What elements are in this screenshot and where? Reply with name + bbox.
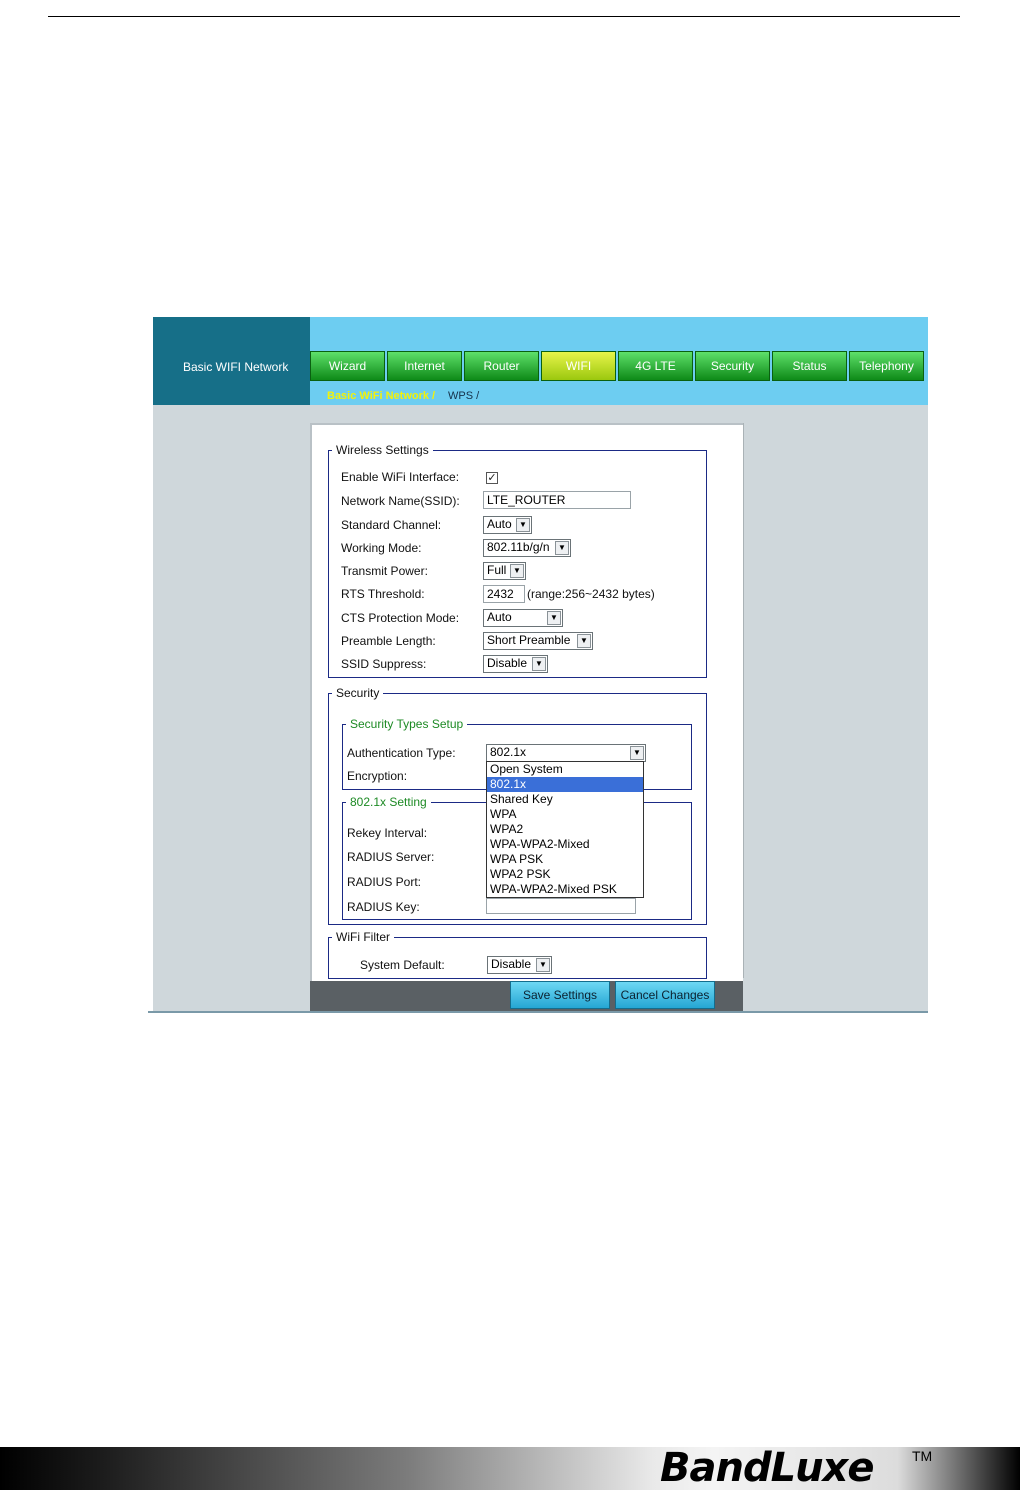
mode-value: 802.11b/g/n — [487, 540, 550, 554]
rts-hint: (range:256~2432 bytes) — [527, 587, 655, 601]
auth-option[interactable]: WPA-WPA2-Mixed PSK — [487, 882, 643, 897]
enable-wifi-checkbox[interactable]: ✓ — [486, 472, 498, 484]
header-title-block: Basic WIFI Network — [153, 317, 310, 405]
ssid-label: Network Name(SSID): — [341, 494, 460, 508]
auth-option[interactable]: Shared Key — [487, 792, 643, 807]
channel-label: Standard Channel: — [341, 518, 442, 532]
main-tabs: Wizard Internet Router WIFI 4G LTE Secur… — [310, 351, 928, 383]
dot1x-setting-legend: 802.1x Setting — [346, 795, 431, 810]
auth-option[interactable]: WPA2 PSK — [487, 867, 643, 882]
power-label: Transmit Power: — [341, 564, 428, 578]
tab-internet[interactable]: Internet — [387, 351, 462, 381]
chevron-down-icon: ▼ — [536, 958, 550, 972]
tab-wizard[interactable]: Wizard — [310, 351, 385, 381]
chevron-down-icon: ▼ — [630, 746, 644, 760]
tab-status[interactable]: Status — [772, 351, 847, 381]
mode-label: Working Mode: — [341, 541, 422, 555]
auth-option[interactable]: WPA — [487, 807, 643, 822]
system-default-value: Disable — [491, 957, 532, 971]
wireless-settings-legend: Wireless Settings — [332, 443, 433, 458]
mode-select[interactable]: 802.11b/g/n ▼ — [483, 539, 571, 557]
auth-type-label: Authentication Type: — [347, 746, 456, 760]
auth-option-selected[interactable]: 802.1x — [487, 777, 643, 792]
tab-router[interactable]: Router — [464, 351, 539, 381]
rts-input[interactable]: 2432 — [483, 585, 525, 603]
chevron-down-icon: ▼ — [516, 518, 530, 532]
auth-type-dropdown: Open System 802.1x Shared Key WPA WPA2 W… — [486, 761, 644, 898]
wireless-settings-fieldset: Wireless Settings Enable WiFi Interface:… — [328, 443, 707, 678]
chevron-down-icon: ▼ — [547, 611, 561, 625]
system-default-select[interactable]: Disable ▼ — [487, 956, 552, 974]
rts-label: RTS Threshold: — [341, 587, 425, 601]
save-settings-button[interactable]: Save Settings — [510, 981, 610, 1009]
breadcrumb-basic-wifi[interactable]: Basic WiFi Network / — [327, 390, 435, 402]
system-default-label: System Default: — [360, 958, 445, 972]
channel-value: Auto — [487, 517, 512, 531]
page-top-rule — [48, 16, 960, 17]
wifi-filter-fieldset: WiFi Filter System Default: Disable ▼ — [328, 930, 707, 979]
auth-option[interactable]: WPA2 — [487, 822, 643, 837]
radius-server-label: RADIUS Server: — [347, 850, 435, 864]
preamble-value: Short Preamble — [487, 633, 571, 647]
cts-select[interactable]: Auto ▼ — [483, 609, 563, 627]
breadcrumb-wps[interactable]: WPS / — [448, 390, 479, 402]
security-legend: Security — [332, 686, 384, 701]
action-bar: Save Settings Cancel Changes — [310, 981, 743, 1011]
cts-value: Auto — [487, 610, 512, 624]
auth-type-value: 802.1x — [490, 745, 527, 759]
radius-key-input[interactable] — [486, 898, 636, 914]
tab-wifi[interactable]: WIFI — [541, 351, 616, 381]
chevron-down-icon: ▼ — [510, 564, 524, 578]
cts-label: CTS Protection Mode: — [341, 611, 460, 625]
auth-option[interactable]: WPA PSK — [487, 852, 643, 867]
radius-key-label: RADIUS Key: — [347, 900, 420, 914]
wifi-filter-legend: WiFi Filter — [332, 930, 394, 945]
auth-option[interactable]: Open System — [487, 762, 643, 777]
preamble-select[interactable]: Short Preamble ▼ — [483, 632, 593, 650]
preamble-label: Preamble Length: — [341, 634, 436, 648]
cancel-changes-button[interactable]: Cancel Changes — [615, 981, 715, 1009]
right-gutter — [743, 423, 928, 978]
settings-panel: Wireless Settings Enable WiFi Interface:… — [310, 423, 743, 981]
chevron-down-icon: ▼ — [577, 634, 591, 648]
breadcrumb: Basic WiFi Network / WPS / — [310, 383, 928, 405]
security-types-legend: Security Types Setup — [346, 717, 468, 732]
encryption-label: Encryption: — [347, 769, 408, 783]
bandluxe-logo: BandLuxe — [660, 1445, 874, 1491]
tab-4g-lte[interactable]: 4G LTE — [618, 351, 693, 381]
power-value: Full — [487, 563, 507, 577]
trademark-mark: TM — [912, 1448, 933, 1464]
chevron-down-icon: ▼ — [532, 657, 546, 671]
suppress-value: Disable — [487, 656, 528, 670]
auth-option[interactable]: WPA-WPA2-Mixed — [487, 837, 643, 852]
ssid-input[interactable]: LTE_ROUTER — [483, 491, 631, 509]
auth-type-select[interactable]: 802.1x ▼ — [486, 744, 646, 762]
power-select[interactable]: Full ▼ — [483, 562, 526, 580]
tab-telephony[interactable]: Telephony — [849, 351, 924, 381]
radius-port-label: RADIUS Port: — [347, 875, 422, 889]
screenshot-bottom-edge — [148, 1011, 928, 1013]
channel-select[interactable]: Auto ▼ — [483, 516, 532, 534]
tab-security[interactable]: Security — [695, 351, 770, 381]
header-title: Basic WIFI Network — [183, 360, 289, 374]
suppress-select[interactable]: Disable ▼ — [483, 655, 548, 673]
rekey-label: Rekey Interval: — [347, 826, 428, 840]
enable-wifi-label: Enable WiFi Interface: — [341, 470, 460, 484]
chevron-down-icon: ▼ — [555, 541, 569, 555]
router-ui-screenshot: Basic WIFI Network Wizard Internet Route… — [153, 317, 928, 1012]
suppress-label: SSID Suppress: — [341, 657, 427, 671]
